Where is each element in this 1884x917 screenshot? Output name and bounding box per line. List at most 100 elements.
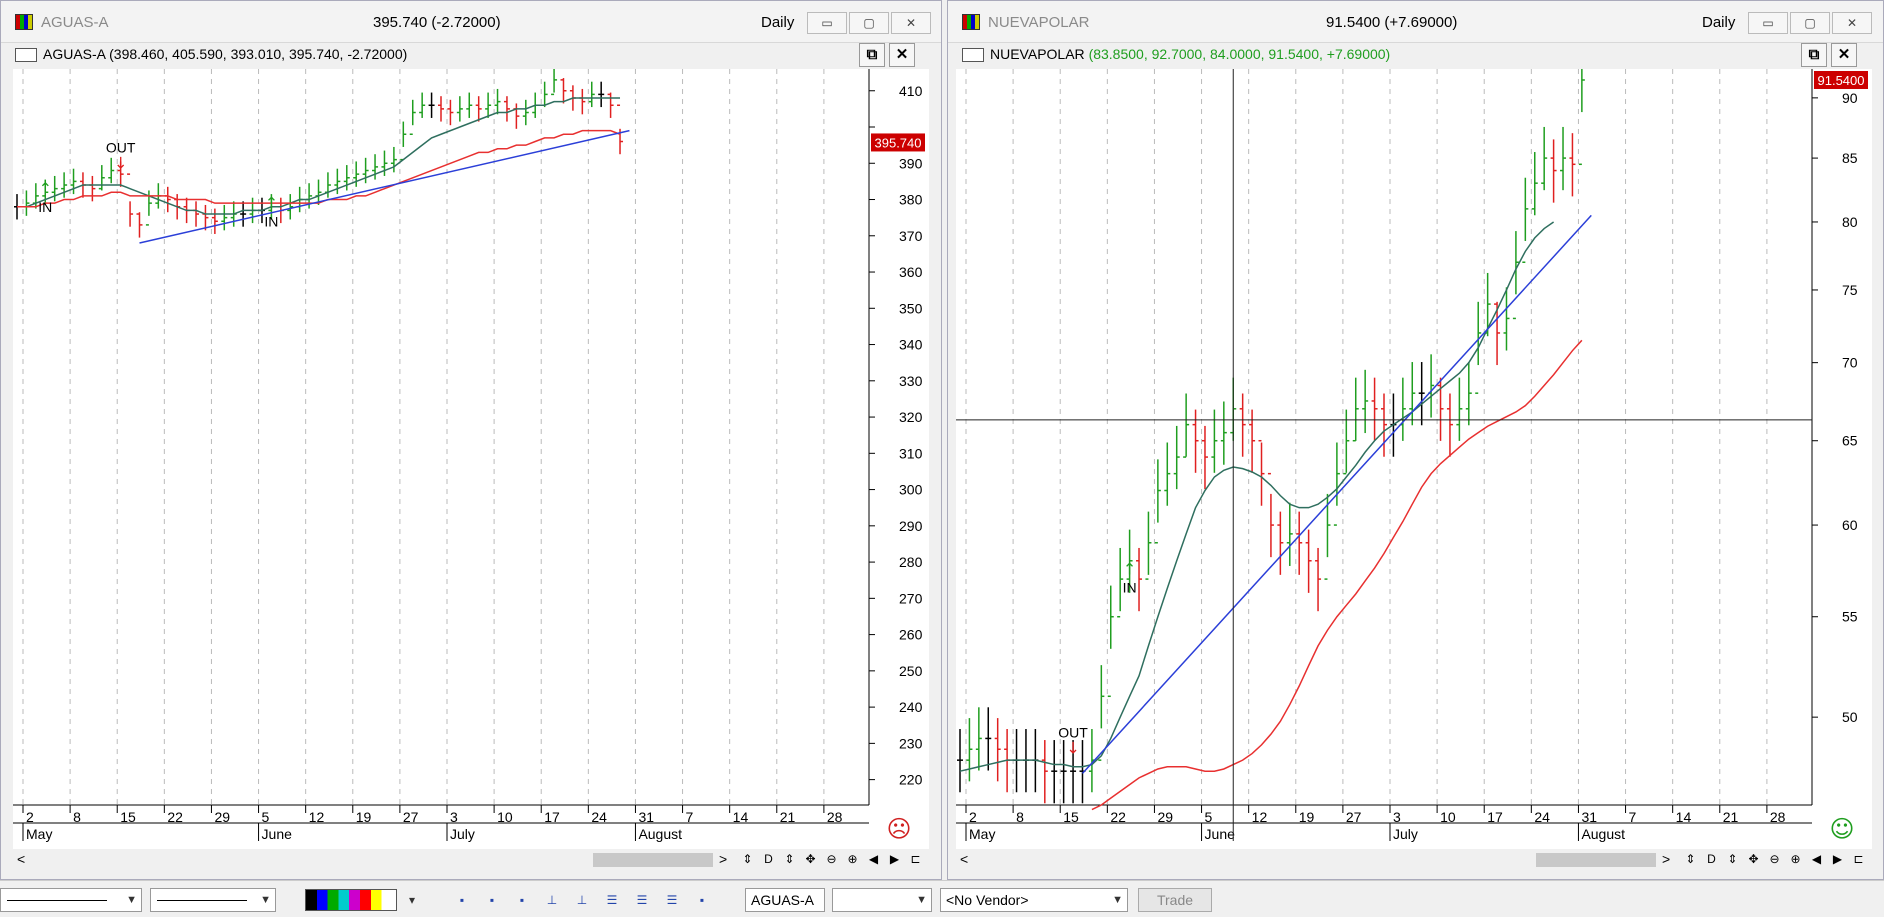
palette-dropdown-icon[interactable]: ▾	[402, 890, 422, 910]
nuevapolar-chart-header: NUEVAPOLAR (83.8500, 92.7000, 84.0000, 9…	[960, 43, 1869, 67]
app-icon	[15, 14, 33, 30]
maximize-button[interactable]: ▢	[849, 12, 889, 34]
restore-chart-button[interactable]: ⧉	[1801, 43, 1827, 67]
signal-arrow-up-icon: ↑	[1123, 560, 1136, 579]
smiley-face-icon: ☺	[1829, 815, 1854, 843]
chart-nav-button[interactable]: ⊏	[905, 852, 926, 866]
color-palette[interactable]	[305, 889, 397, 911]
draw-tool-7-icon[interactable]: ☰	[632, 890, 652, 910]
chart-nav-button[interactable]: ◀	[1806, 852, 1827, 866]
month-label: July	[450, 826, 475, 842]
symbol-input[interactable]: AGUAS-A	[745, 888, 825, 912]
minimize-button[interactable]: ▭	[807, 12, 847, 34]
chart-toggle-checkbox[interactable]	[962, 48, 984, 62]
line-width-select[interactable]: ▼	[150, 888, 276, 912]
chart-label-values: (83.8500, 92.7000, 84.0000, 91.5400, +7.…	[1088, 46, 1391, 62]
y-tick-label: 360	[899, 264, 923, 280]
draw-tool-8-icon[interactable]: ☰	[662, 890, 682, 910]
trade-button[interactable]: Trade	[1138, 888, 1212, 912]
moving-average-fast	[959, 221, 1555, 772]
chart-toggle-checkbox[interactable]	[15, 48, 37, 62]
y-tick-label: 270	[899, 590, 923, 606]
chart-nav-button[interactable]: ✥	[1743, 852, 1764, 866]
chart-nav-button[interactable]: ▶	[884, 852, 905, 866]
minimize-button[interactable]: ▭	[1748, 12, 1788, 34]
app-icon	[962, 14, 980, 30]
close-button[interactable]: ✕	[891, 12, 931, 34]
chart-nav-button[interactable]: ⇕	[1722, 852, 1743, 866]
nuevapolar-price-chart[interactable]: 2 8 15 22 29 5 12 19 27 3 10 17 24 31 7 14 21 28May June Ju…	[956, 69, 1872, 849]
window-symbol: AGUAS-A	[41, 14, 109, 31]
chart-nav-button[interactable]: ⊕	[842, 852, 863, 866]
aguas-chart-header: AGUAS-A (398.460, 405.590, 393.010, 395.…	[13, 43, 927, 67]
window-symbol: NUEVAPOLAR	[988, 14, 1090, 31]
chart-nav-button[interactable]: ◀	[863, 852, 884, 866]
chart-nav-button[interactable]: ⇕	[779, 852, 800, 866]
month-label: August	[638, 826, 682, 842]
horizontal-scrollbar[interactable]: < > ⇕ D ⇕ ✥ ⊖ ⊕ ◀ ▶ ⊏	[13, 849, 929, 871]
month-label: July	[1393, 826, 1418, 842]
chart-nav-button[interactable]: ⇕	[737, 852, 758, 866]
y-tick-label: 280	[899, 554, 923, 570]
close-button[interactable]: ✕	[1832, 12, 1872, 34]
draw-tool-4-icon[interactable]: ⊥	[542, 890, 562, 910]
chart-nav-button[interactable]: ⇕	[1680, 852, 1701, 866]
restore-chart-button[interactable]: ⧉	[859, 43, 885, 67]
y-tick-label: 310	[899, 445, 923, 461]
window-price: 395.740 (-2.72000)	[373, 14, 501, 31]
scroll-thumb[interactable]	[1536, 853, 1656, 867]
scroll-left-button[interactable]: <	[17, 851, 25, 867]
draw-tool-2-icon[interactable]: ▪	[482, 890, 502, 910]
chart-nav-button[interactable]: ⊕	[1785, 852, 1806, 866]
sad-face-icon: ☹	[886, 815, 911, 843]
last-price-value: 395.740	[875, 135, 922, 150]
draw-tool-1-icon[interactable]: ▪	[452, 890, 472, 910]
scroll-left-button[interactable]: <	[960, 851, 968, 867]
scroll-right-button[interactable]: >	[719, 851, 727, 867]
scroll-thumb[interactable]	[593, 853, 713, 867]
aguas-titlebar[interactable]: AGUAS-A 395.740 (-2.72000) Daily ▭ ▢ ✕	[1, 1, 941, 43]
trendline	[139, 129, 630, 244]
chart-nav-button[interactable]: ⊏	[1848, 852, 1869, 866]
y-tick-label: 65	[1842, 433, 1858, 449]
line-style-select[interactable]: ▼	[0, 888, 142, 912]
maximize-button[interactable]: ▢	[1790, 12, 1830, 34]
draw-tool-3-icon[interactable]: ▪	[512, 890, 532, 910]
month-label: June	[262, 826, 293, 842]
chart-label: NUEVAPOLAR (83.8500, 92.7000, 84.0000, 9…	[990, 46, 1390, 62]
line-style-preview	[7, 900, 107, 901]
symbol-select[interactable]: ▼	[832, 888, 932, 912]
window-period: Daily	[761, 14, 795, 31]
nuevapolar-titlebar[interactable]: NUEVAPOLAR 91.5400 (+7.69000) Daily ▭ ▢ …	[948, 1, 1883, 43]
vendor-select[interactable]: <No Vendor> ▼	[940, 888, 1128, 912]
y-tick-label: 330	[899, 373, 923, 389]
chart-nav-button[interactable]: ⊖	[821, 852, 842, 866]
chevron-down-icon: ▼	[916, 894, 927, 906]
y-tick-label: 300	[899, 482, 923, 498]
draw-tool-5-icon[interactable]: ⊥	[572, 890, 592, 910]
aguas-price-chart[interactable]: 2 8 15 22 29 5 12 19 27 3 10 17 24 31 7 14 21 28May June Ju…	[13, 69, 929, 849]
month-label: June	[1205, 826, 1236, 842]
month-label: May	[969, 826, 995, 842]
y-tick-label: 75	[1842, 282, 1858, 298]
close-chart-button[interactable]: ✕	[889, 43, 915, 67]
chart-label: AGUAS-A (398.460, 405.590, 393.010, 395.…	[43, 46, 408, 62]
draw-tool-6-icon[interactable]: ☰	[602, 890, 622, 910]
close-chart-button[interactable]: ✕	[1831, 43, 1857, 67]
chart-nav-toolbar: ⇕ D ⇕ ✥ ⊖ ⊕ ◀ ▶ ⊏	[1680, 851, 1869, 866]
chart-nav-button[interactable]: D	[758, 852, 779, 866]
month-label: August	[1581, 826, 1625, 842]
chart-nav-button[interactable]: ▶	[1827, 852, 1848, 866]
y-tick-label: 320	[899, 409, 923, 425]
draw-tool-9-icon[interactable]: ▪	[692, 890, 712, 910]
horizontal-scrollbar[interactable]: < > ⇕ D ⇕ ✥ ⊖ ⊕ ◀ ▶ ⊏	[956, 849, 1872, 871]
signal-arrow-up-icon: ↑	[39, 179, 52, 198]
chart-nav-button[interactable]: D	[1701, 852, 1722, 866]
scroll-right-button[interactable]: >	[1662, 851, 1670, 867]
chart-nav-button[interactable]: ⊖	[1764, 852, 1785, 866]
chart-label-symbol: NUEVAPOLAR	[990, 46, 1085, 62]
chart-nav-button[interactable]: ✥	[800, 852, 821, 866]
y-tick-label: 80	[1842, 214, 1858, 230]
y-tick-label: 390	[899, 155, 923, 171]
chevron-down-icon: ▼	[126, 894, 137, 906]
